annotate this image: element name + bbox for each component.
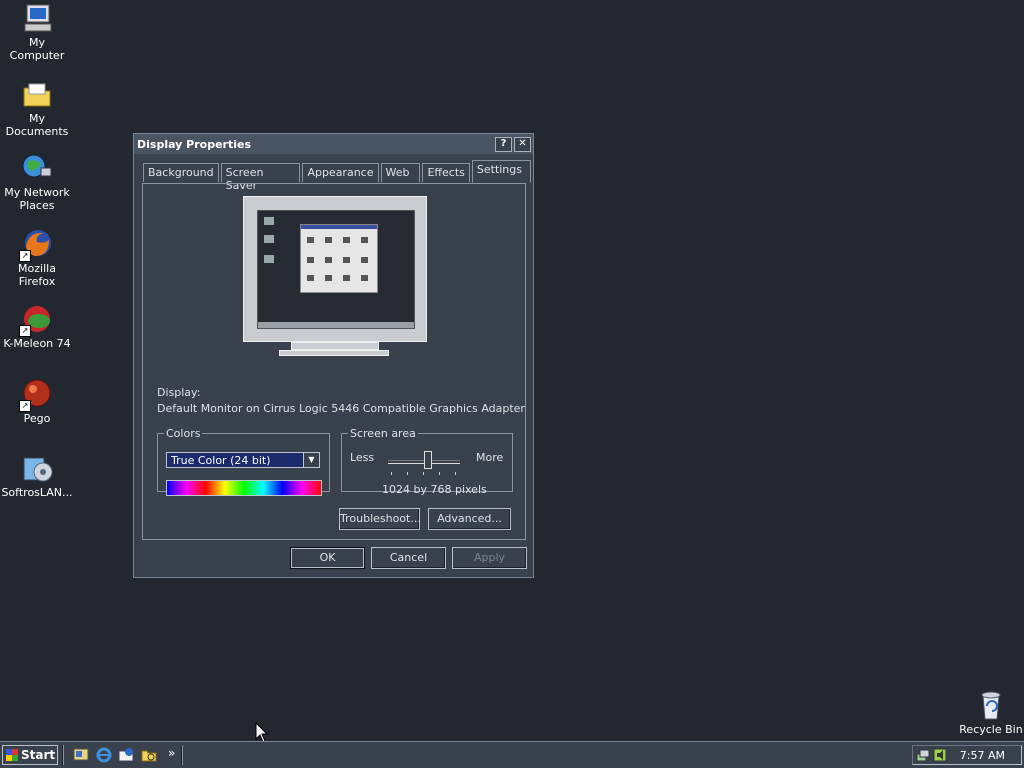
volume-tray-icon[interactable] [933,748,947,762]
troubleshoot-button[interactable]: Troubleshoot... [339,508,421,530]
tab-settings[interactable]: Settings [471,160,531,183]
slider-tick [423,472,424,475]
folder-icon [21,78,53,110]
desktop-icon-label: My Documents [5,112,69,138]
shortcut-arrow-icon: ↗ [19,400,31,412]
preview-desktop-icon [264,255,274,263]
pego-icon: ↗ [19,378,53,412]
display-adapter-text: Default Monitor on Cirrus Logic 5446 Com… [157,402,525,415]
colors-group: Colors True Color (24 bit) ▼ [157,427,330,496]
screen-area-legend: Screen area [350,427,416,440]
preview-desktop-icon [264,217,274,225]
cancel-button[interactable]: Cancel [371,547,446,569]
explorer-icon[interactable] [141,747,157,763]
color-spectrum-bar [166,480,322,496]
system-tray: 7:57 AM [912,745,1022,765]
quick-launch-chevron[interactable]: » [168,746,175,760]
desktop-icon-label: My Computer [9,36,65,62]
desktop-icon-my-computer[interactable]: My Computer [0,2,74,62]
slider-tick [455,472,456,475]
colors-select-value: True Color (24 bit) [171,454,271,467]
tab-web[interactable]: Web [380,163,421,182]
recycle-bin-icon [975,689,1007,721]
desktop-icon-label: Recycle Bin [959,723,1023,736]
desktop-icon-label: K-Meleon 74 [3,337,71,350]
tab-background[interactable]: Background [143,163,219,182]
preview-window [300,224,378,293]
desktop-icon-network-places[interactable]: My Network Places [0,152,74,212]
desktop-icon-label: My Network Places [4,186,70,212]
less-label: Less [350,451,375,464]
settings-panel: Display: Default Monitor on Cirrus Logic… [142,183,526,540]
computer-icon [21,2,53,34]
desktop-icon-pego[interactable]: ↗ Pego [0,378,74,425]
network-tray-icon[interactable] [916,748,930,762]
softros-icon [21,452,53,484]
network-icon [21,152,53,184]
monitor-base [279,350,389,356]
dialog-title: Display Properties [137,137,252,151]
desktop-icon-my-documents[interactable]: My Documents [0,78,74,138]
tab-effects[interactable]: Effects [422,163,470,182]
desktop-icon-kmeleon[interactable]: ↗ K-Meleon 74 [0,303,74,350]
desktop-icon-firefox[interactable]: ↗ Mozilla Firefox [0,228,74,288]
firefox-icon: ↗ [19,228,53,262]
slider-tick [407,472,408,475]
tab-screen-saver[interactable]: Screen Saver [220,163,301,192]
colors-legend: Colors [166,427,201,440]
slider-tick [439,472,440,475]
taskbar-separator [181,745,183,765]
monitor-preview [243,196,427,342]
kmeleon-icon: ↗ [19,303,53,337]
colors-select[interactable]: True Color (24 bit) ▼ [166,452,320,468]
apply-button[interactable]: Apply [452,547,527,569]
preview-taskbar [258,322,414,328]
chevron-down-icon[interactable]: ▼ [303,453,319,467]
display-label: Display: [157,386,201,399]
shortcut-arrow-icon: ↗ [19,250,31,262]
help-button[interactable]: ? [495,136,512,152]
monitor-stand [291,342,379,350]
more-label: More [476,451,504,464]
windows-logo-icon [6,749,18,761]
screen-area-group: Screen area Less More 1024 by 768 pixels [341,427,513,496]
outlook-express-icon[interactable] [118,747,134,763]
desktop-icon-label: Pego [23,412,51,425]
desktop-icon-label: SoftrosLAN... [1,486,73,499]
start-button[interactable]: Start [2,745,58,765]
ok-button[interactable]: OK [290,547,365,569]
resolution-text: 1024 by 768 pixels [382,483,487,496]
preview-desktop-icon [264,235,274,243]
desktop-icon-label: Mozilla Firefox [18,262,56,288]
close-button[interactable]: ✕ [514,136,531,152]
slider-tick [391,472,392,475]
advanced-button[interactable]: Advanced... [428,508,511,530]
show-desktop-icon[interactable] [73,747,89,763]
dialog-titlebar[interactable]: Display Properties ? ✕ [134,134,533,154]
resolution-slider-thumb[interactable] [423,451,432,469]
desktop-icon-recycle-bin[interactable]: Recycle Bin [954,689,1024,736]
clock[interactable]: 7:57 AM [960,749,1005,762]
preview-window-icons [307,237,368,281]
display-properties-dialog: Display Properties ? ✕ Background Screen… [133,133,534,578]
monitor-screen [257,210,415,329]
taskbar: Start » 7:57 AM [0,741,1024,768]
taskbar-separator [62,745,64,765]
desktop-icon-softros[interactable]: SoftrosLAN... [0,452,74,499]
internet-explorer-icon[interactable] [96,747,112,763]
tab-appearance[interactable]: Appearance [302,163,379,182]
shortcut-arrow-icon: ↗ [19,325,31,337]
start-label: Start [21,748,56,762]
